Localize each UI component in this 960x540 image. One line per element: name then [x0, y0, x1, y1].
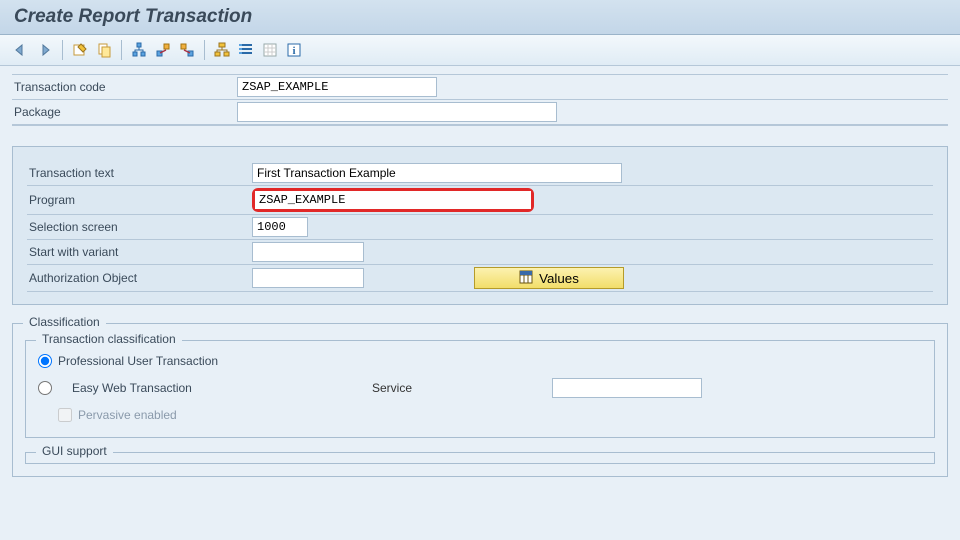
org-icon[interactable]	[211, 39, 233, 61]
package-row: Package	[12, 99, 948, 125]
start-variant-row: Start with variant	[27, 239, 933, 264]
classification-title: Classification	[23, 315, 106, 329]
selection-screen-label: Selection screen	[27, 220, 252, 234]
radio-easy-web-label: Easy Web Transaction	[72, 381, 352, 395]
table-icon	[519, 270, 533, 287]
display-toggle-icon[interactable]	[69, 39, 91, 61]
page-title: Create Report Transaction	[14, 6, 946, 28]
package-label: Package	[12, 105, 237, 119]
hierarchy-icon[interactable]	[128, 39, 150, 61]
pervasive-label: Pervasive enabled	[78, 408, 177, 422]
svg-text:i: i	[292, 45, 295, 57]
program-row: Program	[27, 185, 933, 214]
toolbar: i	[0, 35, 960, 66]
top-fields: Transaction code Package	[12, 74, 948, 126]
page-header: Create Report Transaction	[0, 0, 960, 35]
transaction-text-row: Transaction text	[27, 161, 933, 185]
forward-icon[interactable]	[34, 39, 56, 61]
start-variant-input[interactable]	[252, 242, 364, 262]
lines-icon[interactable]	[235, 39, 257, 61]
auth-object-label: Authorization Object	[27, 271, 252, 285]
content-area: Transaction code Package Transaction tex…	[0, 66, 960, 485]
start-variant-label: Start with variant	[27, 245, 252, 259]
radio-professional[interactable]	[38, 354, 52, 368]
transaction-text-label: Transaction text	[27, 166, 252, 180]
info-icon[interactable]: i	[283, 39, 305, 61]
toolbar-separator	[62, 40, 63, 60]
details-panel: Transaction text Program Selection scree…	[12, 146, 948, 305]
gui-support-group: GUI support	[25, 452, 935, 464]
package-input[interactable]	[237, 102, 557, 122]
transaction-classification-title: Transaction classification	[36, 332, 182, 346]
gui-support-title: GUI support	[36, 444, 113, 458]
copy-icon[interactable]	[93, 39, 115, 61]
selection-screen-row: Selection screen	[27, 214, 933, 239]
service-input[interactable]	[552, 378, 702, 398]
transaction-code-row: Transaction code	[12, 74, 948, 99]
pervasive-row: Pervasive enabled	[38, 403, 922, 427]
auth-object-input[interactable]	[252, 268, 364, 288]
toolbar-separator	[121, 40, 122, 60]
program-input[interactable]	[255, 191, 531, 209]
grid-icon[interactable]	[259, 39, 281, 61]
service-label: Service	[372, 381, 532, 395]
transaction-classification-group: Transaction classification Professional …	[25, 340, 935, 438]
move-left-icon[interactable]	[152, 39, 174, 61]
toolbar-separator	[204, 40, 205, 60]
selection-screen-input[interactable]	[252, 217, 308, 237]
radio-easy-web[interactable]	[38, 381, 52, 395]
transaction-code-input[interactable]	[237, 77, 437, 97]
auth-object-row: Authorization Object Values	[27, 264, 933, 292]
transaction-code-label: Transaction code	[12, 80, 237, 94]
back-icon[interactable]	[10, 39, 32, 61]
radio-professional-label: Professional User Transaction	[58, 354, 218, 368]
classification-group: Classification Transaction classificatio…	[12, 323, 948, 477]
transaction-text-input[interactable]	[252, 163, 622, 183]
radio-easy-row: Easy Web Transaction Service	[38, 373, 922, 403]
program-label: Program	[27, 193, 252, 207]
program-highlight	[252, 188, 534, 212]
values-button-label: Values	[539, 271, 579, 286]
values-button[interactable]: Values	[474, 267, 624, 289]
pervasive-checkbox	[58, 408, 72, 422]
move-right-icon[interactable]	[176, 39, 198, 61]
radio-professional-row: Professional User Transaction	[38, 349, 922, 373]
